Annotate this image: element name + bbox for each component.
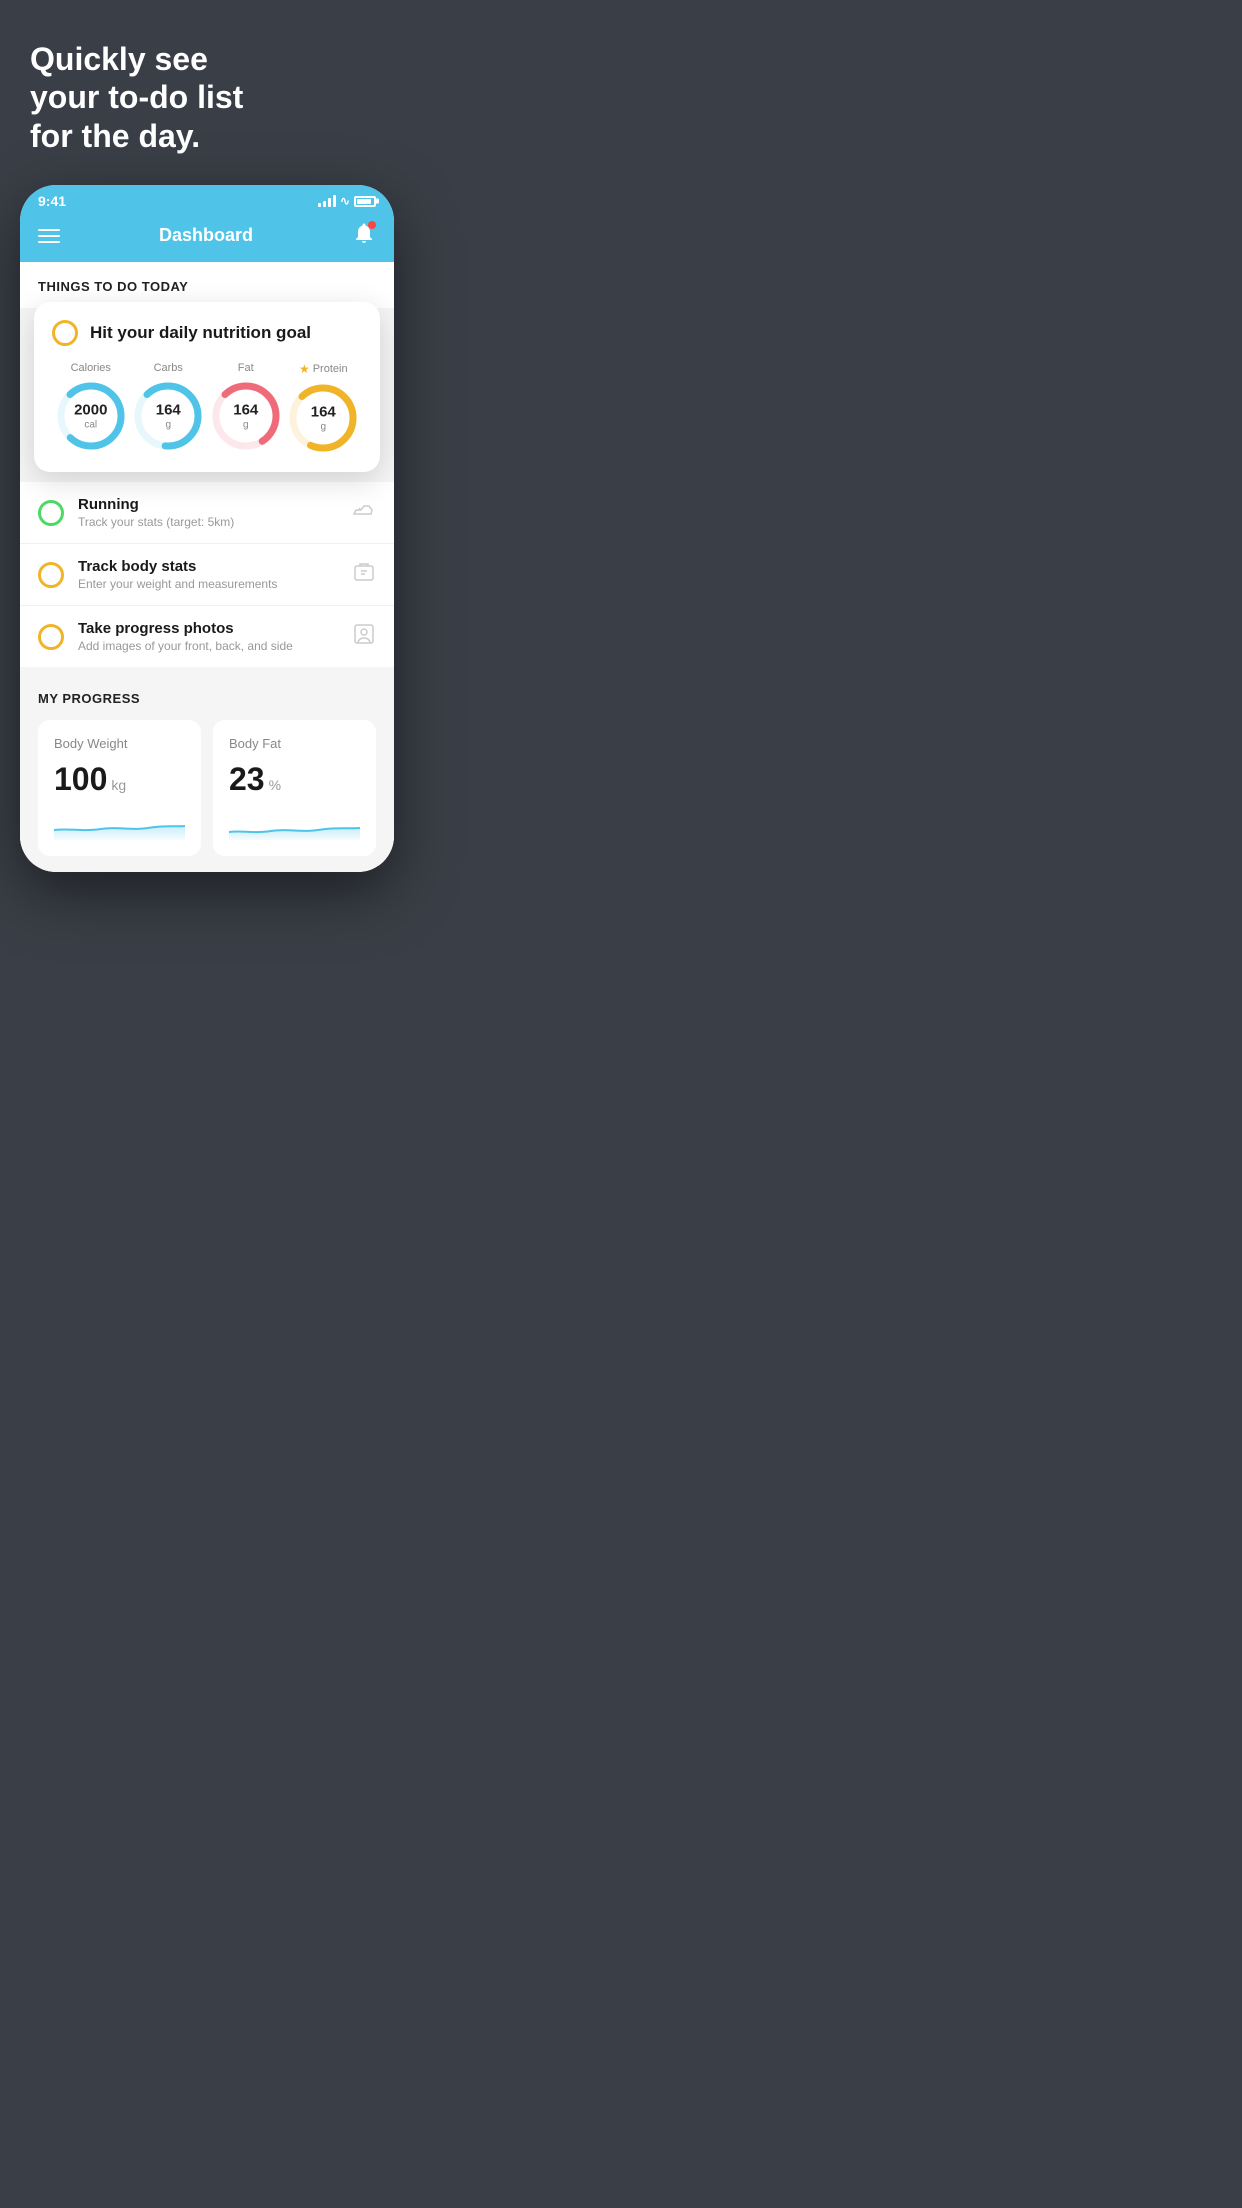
body-fat-label: Body Fat xyxy=(229,736,360,751)
todo-item-running[interactable]: Running Track your stats (target: 5km) xyxy=(20,482,394,544)
todo-circle-running xyxy=(38,500,64,526)
body-weight-card[interactable]: Body Weight 100 kg xyxy=(38,720,201,856)
headline: Quickly see your to-do list for the day. xyxy=(20,40,394,155)
nav-bar: Dashboard xyxy=(20,213,394,262)
calories-value-center: 2000 cal xyxy=(74,402,107,430)
calories-ring-container: 2000 cal xyxy=(55,380,127,452)
protein-star-icon: ★ xyxy=(299,362,310,376)
fat-unit: g xyxy=(233,419,258,430)
protein-ring-container: 164 g xyxy=(287,382,359,454)
fat-value-center: 164 g xyxy=(233,402,258,430)
protein-value: 164 xyxy=(311,404,336,421)
nutrition-rings: Calories 2000 cal xyxy=(52,362,362,454)
things-section-title: THINGS TO DO TODAY xyxy=(38,279,188,294)
notification-bell-button[interactable] xyxy=(352,221,376,250)
todo-sub-body-stats: Enter your weight and measurements xyxy=(78,577,338,591)
body-weight-value: 100 xyxy=(54,761,107,798)
protein-ring: ★ Protein 164 g xyxy=(287,362,359,454)
fat-label: Fat xyxy=(210,362,282,374)
body-weight-value-row: 100 kg xyxy=(54,761,185,798)
status-time: 9:41 xyxy=(38,193,66,209)
wifi-icon: ∿ xyxy=(340,194,350,208)
app-content: THINGS TO DO TODAY Hit your daily nutrit… xyxy=(20,262,394,872)
carbs-unit: g xyxy=(156,419,181,430)
body-fat-value-row: 23 % xyxy=(229,761,360,798)
status-bar: 9:41 ∿ xyxy=(20,185,394,213)
signal-icon xyxy=(318,195,336,207)
menu-button[interactable] xyxy=(38,229,60,243)
todo-text-progress-photos: Take progress photos Add images of your … xyxy=(78,620,338,653)
protein-label: ★ Protein xyxy=(287,362,359,376)
menu-line xyxy=(38,241,60,243)
body-weight-label: Body Weight xyxy=(54,736,185,751)
menu-line xyxy=(38,229,60,231)
nutrition-status-circle xyxy=(52,320,78,346)
running-shoe-icon xyxy=(352,498,376,527)
carbs-label: Carbs xyxy=(132,362,204,374)
todo-name-body-stats: Track body stats xyxy=(78,558,338,575)
calories-unit: cal xyxy=(74,419,107,430)
carbs-value-center: 164 g xyxy=(156,402,181,430)
body-fat-unit: % xyxy=(269,777,281,793)
body-fat-value: 23 xyxy=(229,761,265,798)
nutrition-card-header: Hit your daily nutrition goal xyxy=(52,320,362,346)
todo-text-running: Running Track your stats (target: 5km) xyxy=(78,496,338,529)
todo-name-running: Running xyxy=(78,496,338,513)
scale-icon xyxy=(352,560,376,589)
nutrition-card-title: Hit your daily nutrition goal xyxy=(90,323,311,343)
status-icons: ∿ xyxy=(318,194,376,208)
progress-cards: Body Weight 100 kg xyxy=(38,720,376,856)
body-weight-chart xyxy=(54,810,185,840)
todo-name-progress-photos: Take progress photos xyxy=(78,620,338,637)
carbs-ring-container: 164 g xyxy=(132,380,204,452)
todo-circle-progress-photos xyxy=(38,624,64,650)
fat-value: 164 xyxy=(233,402,258,419)
todo-circle-body-stats xyxy=(38,562,64,588)
calories-value: 2000 xyxy=(74,402,107,419)
todo-sub-running: Track your stats (target: 5km) xyxy=(78,515,338,529)
todo-sub-progress-photos: Add images of your front, back, and side xyxy=(78,639,338,653)
person-photo-icon xyxy=(352,622,376,651)
nav-title: Dashboard xyxy=(159,225,253,246)
progress-section-title: MY PROGRESS xyxy=(38,691,376,706)
carbs-value: 164 xyxy=(156,402,181,419)
body-fat-chart xyxy=(229,810,360,840)
body-weight-unit: kg xyxy=(111,777,126,793)
app-background: Quickly see your to-do list for the day.… xyxy=(0,0,414,902)
todo-item-body-stats[interactable]: Track body stats Enter your weight and m… xyxy=(20,544,394,606)
todo-list: Running Track your stats (target: 5km) xyxy=(20,482,394,667)
calories-ring: Calories 2000 cal xyxy=(55,362,127,452)
phone-mockup: 9:41 ∿ Dashboard xyxy=(20,185,394,872)
body-fat-card[interactable]: Body Fat 23 % xyxy=(213,720,376,856)
protein-unit: g xyxy=(311,421,336,432)
menu-line xyxy=(38,235,60,237)
carbs-ring: Carbs 164 g xyxy=(132,362,204,452)
calories-label: Calories xyxy=(55,362,127,374)
todo-item-progress-photos[interactable]: Take progress photos Add images of your … xyxy=(20,606,394,667)
nutrition-card[interactable]: Hit your daily nutrition goal Calories xyxy=(34,302,380,472)
protein-value-center: 164 g xyxy=(311,404,336,432)
progress-section: MY PROGRESS Body Weight 100 kg xyxy=(20,667,394,872)
battery-icon xyxy=(354,196,376,207)
fat-ring-container: 164 g xyxy=(210,380,282,452)
fat-ring: Fat 164 g xyxy=(210,362,282,452)
todo-text-body-stats: Track body stats Enter your weight and m… xyxy=(78,558,338,591)
